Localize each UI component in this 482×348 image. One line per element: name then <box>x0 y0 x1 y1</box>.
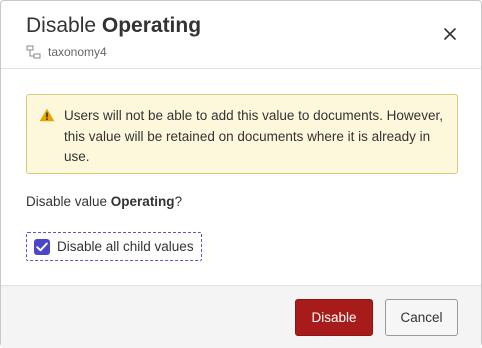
dialog-footer: Disable Cancel <box>1 285 481 348</box>
taxonomy-name: taxonomy4 <box>48 45 107 59</box>
close-button[interactable] <box>438 24 462 48</box>
dialog-title-value: Operating <box>101 14 202 37</box>
checkbox-label[interactable]: Disable all child values <box>57 239 194 254</box>
warning-text: Users will not be able to add this value… <box>64 108 443 164</box>
taxonomy-tree-icon <box>26 45 42 59</box>
question-suffix: ? <box>174 194 183 209</box>
question-prefix: Disable value <box>26 194 111 209</box>
warning-triangle-icon <box>39 108 55 127</box>
taxonomy-breadcrumb: taxonomy4 <box>26 45 107 59</box>
disable-value-dialog: Disable Operating taxonomy4 Users will n… <box>0 0 482 348</box>
warning-message: Users will not be able to add this value… <box>26 94 458 174</box>
close-icon <box>444 27 456 45</box>
cancel-button[interactable]: Cancel <box>385 299 458 336</box>
question-value: Operating <box>110 194 175 209</box>
dialog-title-prefix: Disable <box>26 14 102 37</box>
dialog-header: Disable Operating taxonomy4 <box>1 1 481 69</box>
dialog-title: Disable Operating <box>26 14 201 38</box>
disable-button[interactable]: Disable <box>295 299 373 336</box>
disable-question: Disable value Operating? <box>26 194 182 209</box>
checkbox-checked-icon[interactable] <box>34 239 50 255</box>
disable-child-values-checkbox[interactable]: Disable all child values <box>26 232 202 261</box>
